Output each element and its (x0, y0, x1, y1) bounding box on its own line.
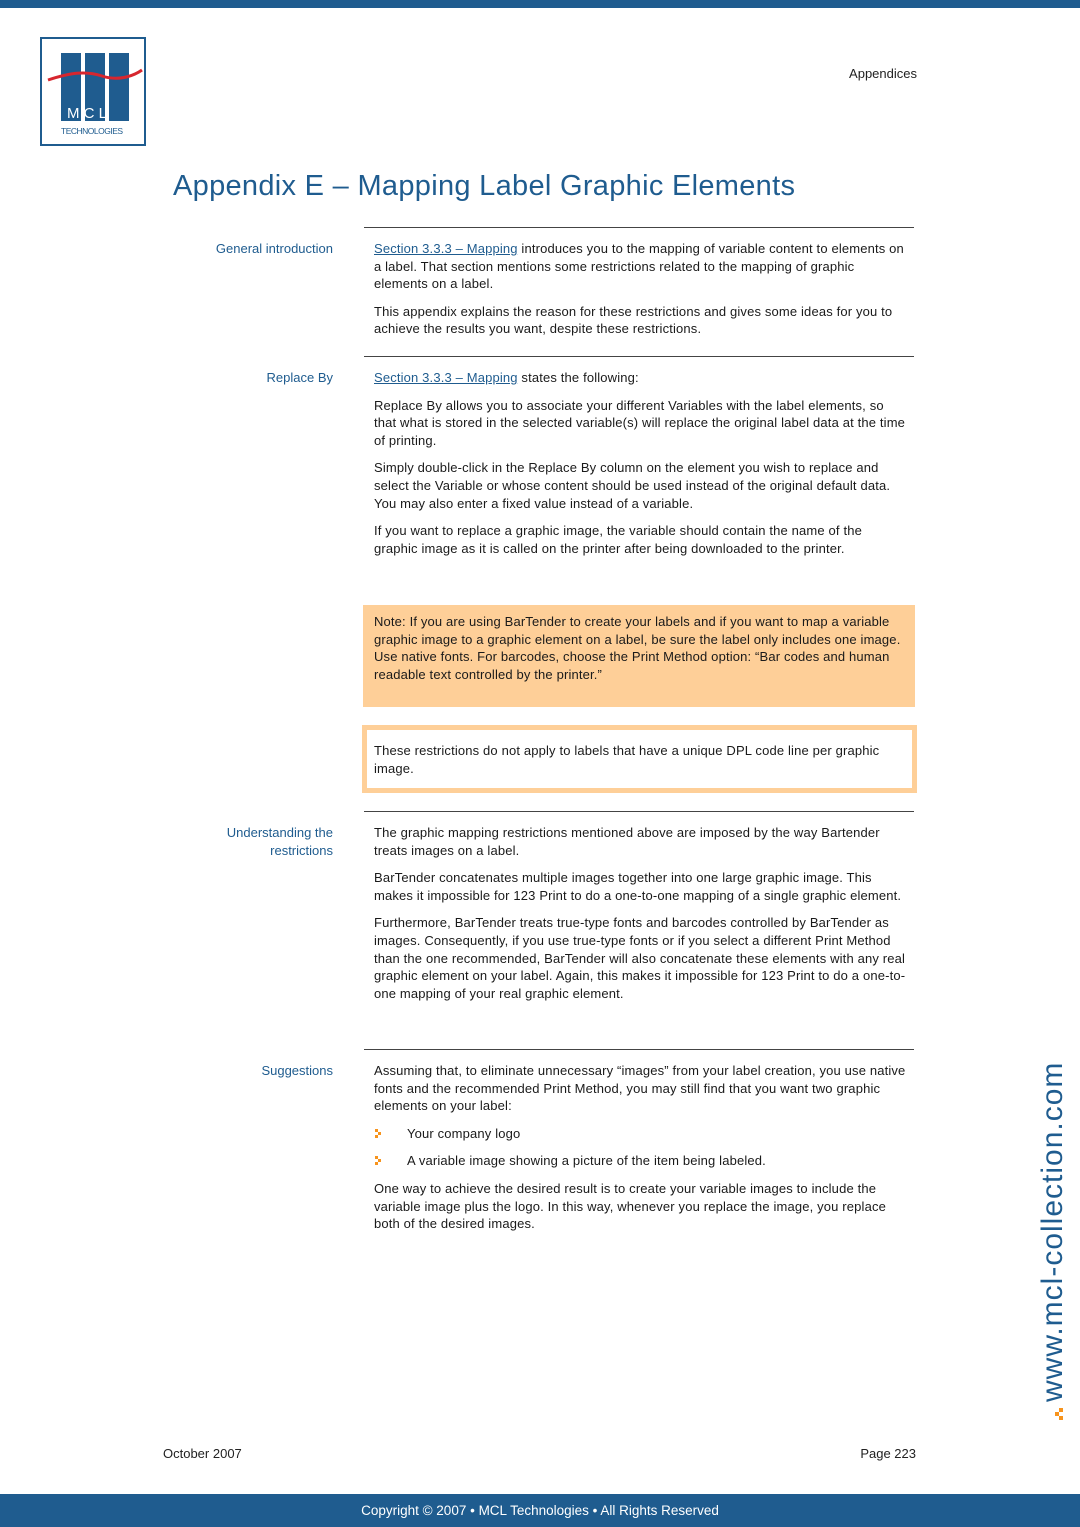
paragraph: If you want to replace a graphic image, … (374, 523, 862, 556)
section-divider (364, 227, 914, 228)
paragraph: Assuming that, to eliminate unnecessary … (374, 1063, 906, 1114)
page-title: Appendix E – Mapping Label Graphic Eleme… (173, 170, 796, 202)
section-label-suggestions: Suggestions (261, 1063, 333, 1078)
paragraph: Simply double-click in the Replace By co… (374, 460, 891, 511)
paragraph: The graphic mapping restrictions mention… (374, 825, 880, 858)
logo-subtitle: TECHNOLOGIES (61, 126, 123, 136)
bullet-arrow-icon (374, 1152, 407, 1169)
paragraph: This appendix explains the reason for th… (374, 303, 893, 337)
callout-box: These restrictions do not apply to label… (362, 725, 917, 793)
paragraph: Replace By allows you to associate your … (374, 397, 906, 448)
running-header: Appendices (849, 66, 917, 81)
section-label-replace-by: Replace By (266, 370, 333, 385)
section-link-mapping[interactable]: Section 3.3.3 – Mapping (374, 370, 518, 385)
list-item: A variable image showing a picture of th… (374, 1152, 909, 1170)
section-label-understanding-restrictions: Understanding the restrictions (153, 824, 333, 860)
logo-letters: M C L (67, 105, 107, 122)
section-body-understanding-restrictions: The graphic mapping restrictions mention… (374, 824, 909, 1012)
paragraph: Furthermore, BarTender treats true-type … (374, 915, 906, 1001)
orange-dots-icon (1037, 1408, 1071, 1420)
paragraph: BarTender concatenates multiple images t… (374, 870, 902, 903)
copyright-text: Copyright © 2007 • MCL Technologies • Al… (361, 1503, 719, 1518)
section-divider (364, 356, 914, 357)
section-divider (364, 811, 914, 812)
section-body-replace-by: Section 3.3.3 – Mapping states the follo… (374, 369, 909, 567)
section-divider (364, 1049, 914, 1050)
mcl-logo: M C L TECHNOLOGIES (40, 37, 146, 146)
section-link-mapping[interactable]: Section 3.3.3 – Mapping (374, 241, 518, 256)
section-body-suggestions: Assuming that, to eliminate unnecessary … (374, 1062, 909, 1243)
footer-date: October 2007 (163, 1446, 242, 1461)
list-item: Your company logo (374, 1125, 909, 1143)
paragraph: Section 3.3.3 – Mapping states the follo… (374, 369, 909, 387)
note-box: Note: If you are using BarTender to crea… (363, 605, 915, 707)
label-line: Understanding the (226, 825, 333, 840)
copyright-bar: Copyright © 2007 • MCL Technologies • Al… (0, 1494, 1080, 1527)
mcl-logo-icon: M C L TECHNOLOGIES (47, 53, 143, 136)
side-url-text: www.mcl-collection.com (1036, 1061, 1069, 1402)
list-item-text: A variable image showing a picture of th… (407, 1153, 766, 1169)
section-label-general-introduction: General introduction (215, 241, 333, 256)
label-line: restrictions (270, 843, 333, 858)
section-body-general-introduction: Section 3.3.3 – Mapping introduces you t… (374, 240, 909, 348)
page-number: Page 223 (860, 1446, 916, 1461)
paragraph-text: states the following: (517, 370, 639, 385)
bullet-arrow-icon (374, 1125, 407, 1142)
paragraph: Section 3.3.3 – Mapping introduces you t… (374, 240, 909, 293)
side-url: www.mcl-collection.com (1036, 1062, 1071, 1420)
top-bar (0, 0, 1080, 8)
paragraph: One way to achieve the desired result is… (374, 1180, 886, 1232)
list-item-text: Your company logo (407, 1125, 521, 1141)
